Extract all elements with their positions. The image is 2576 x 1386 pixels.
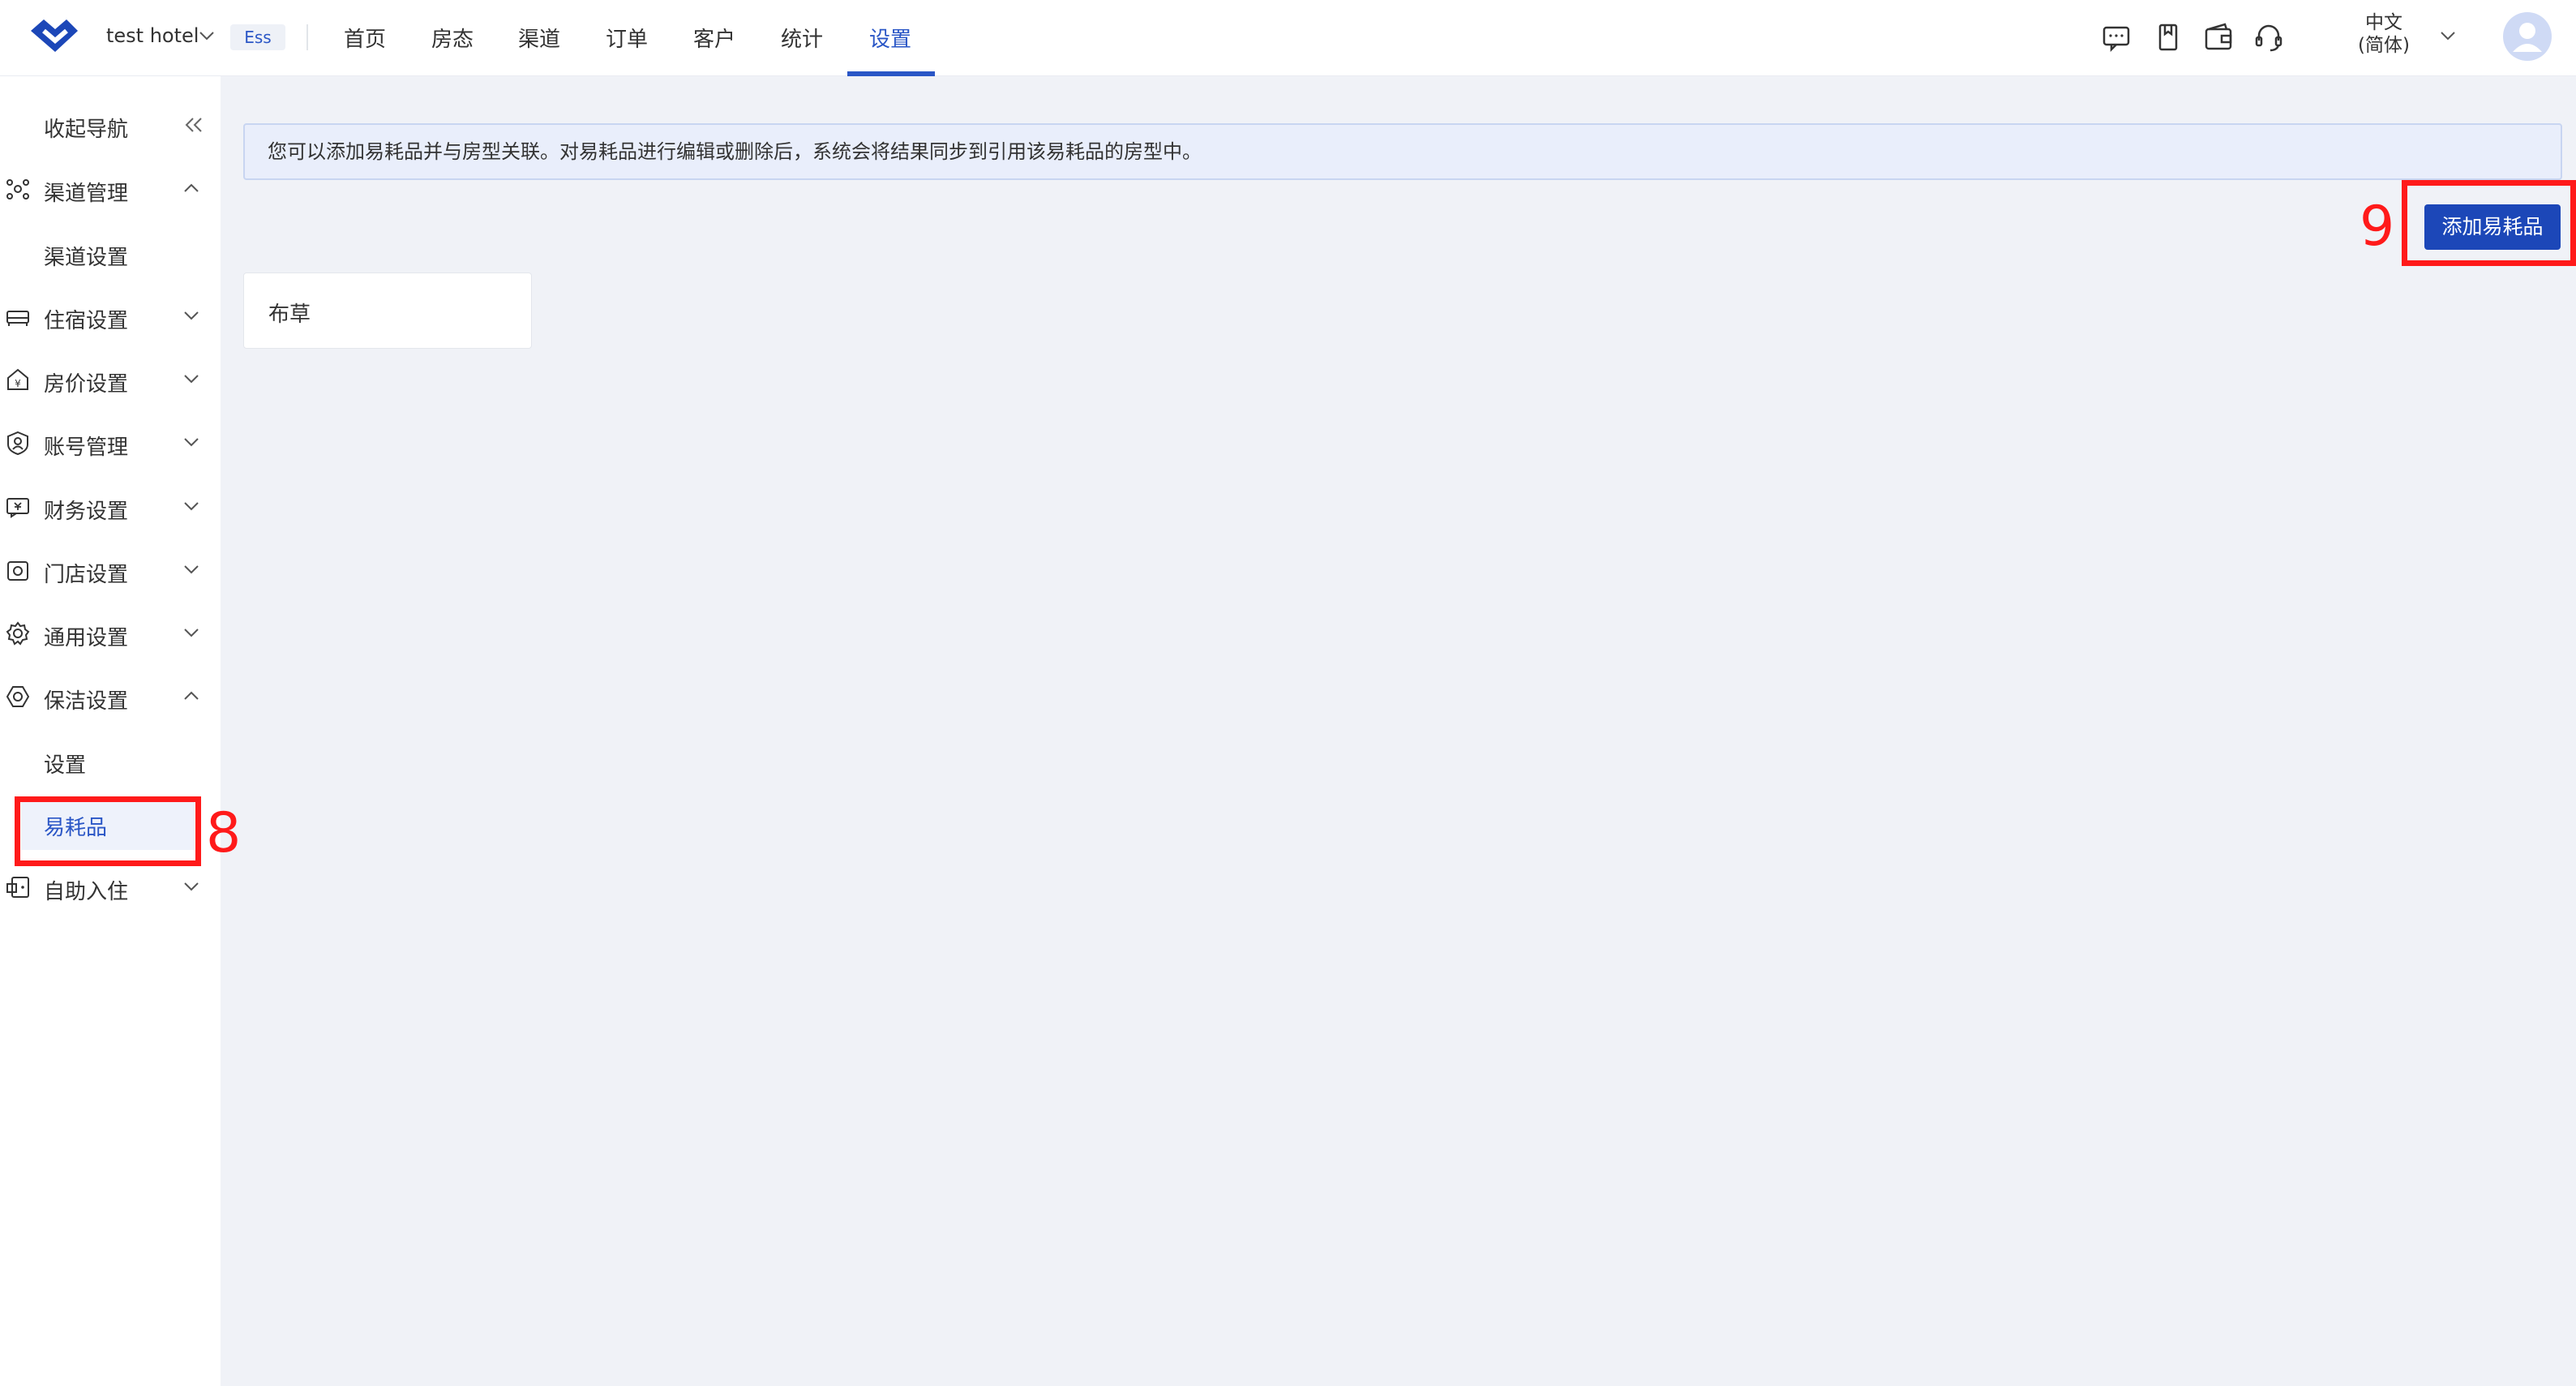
annotation-number-9: 9	[2360, 195, 2395, 259]
info-notice: 您可以添加易耗品并与房型关联。对易耗品进行编辑或删除后，系统会将结果同步到引用该…	[243, 123, 2562, 180]
top-bar: test hotel Ess 首页 房态 渠道 订单 客户 统计 设置 中文 (…	[0, 0, 2576, 76]
tab-settings[interactable]: 设置	[869, 23, 911, 76]
sidebar-item-rate-settings[interactable]: ¥ 房价设置	[0, 354, 221, 403]
chevron-down-icon[interactable]	[198, 29, 216, 42]
chevron-up-icon	[184, 691, 199, 700]
language-line-2: (简体)	[2358, 35, 2410, 56]
logo-icon[interactable]	[26, 13, 83, 58]
sidebar-subitem-channel-settings[interactable]: 渠道设置	[0, 228, 221, 277]
sidebar-item-label: 通用设置	[44, 626, 129, 650]
tab-orders[interactable]: 订单	[606, 23, 648, 76]
sidebar-item-general-settings[interactable]: 通用设置	[0, 608, 221, 657]
finance-icon	[6, 498, 29, 518]
user-avatar-icon[interactable]	[2502, 11, 2552, 62]
sidebar-item-label: 财务设置	[44, 500, 129, 524]
sidebar-item-label: 保洁设置	[44, 689, 129, 714]
sidebar-item-account-management[interactable]: 账号管理	[0, 418, 221, 466]
tab-statistics[interactable]: 统计	[781, 23, 823, 76]
sidebar-item-label: 房价设置	[44, 372, 129, 397]
sidebar-item-label: 设置	[44, 753, 87, 778]
store-icon	[7, 561, 28, 581]
chevron-down-icon	[184, 882, 199, 891]
chevron-down-icon	[184, 502, 199, 511]
chevron-down-icon	[184, 565, 199, 574]
language-selector[interactable]: 中文 (简体)	[2351, 11, 2416, 57]
gear-icon	[6, 621, 30, 646]
sidebar-item-finance-settings[interactable]: 财务设置	[0, 482, 221, 530]
chevron-down-icon	[184, 629, 199, 637]
main-content: 您可以添加易耗品并与房型关联。对易耗品进行编辑或删除后，系统会将结果同步到引用该…	[221, 76, 2576, 1386]
annotation-number-8: 8	[206, 801, 242, 865]
bookmark-icon[interactable]	[2152, 21, 2184, 54]
tab-room-status[interactable]: 房态	[431, 23, 474, 76]
tab-customers[interactable]: 客户	[693, 23, 735, 76]
sidebar-item-label: 门店设置	[44, 563, 129, 587]
consumable-card[interactable]: 布草	[243, 272, 532, 349]
sidebar-item-store-settings[interactable]: 门店设置	[0, 545, 221, 594]
hotel-selector-label[interactable]: test hotel	[106, 24, 199, 47]
sidebar-item-cleaning-settings[interactable]: 保洁设置	[0, 672, 221, 720]
ess-badge: Ess	[230, 24, 285, 50]
bed-icon	[6, 311, 29, 326]
sidebar-item-self-checkin[interactable]: 自助入住	[0, 862, 221, 911]
divider	[306, 24, 308, 50]
sidebar-item-label: 账号管理	[44, 436, 129, 460]
channel-icon	[6, 179, 29, 200]
sidebar-item-label: 渠道设置	[44, 246, 129, 270]
chevron-down-icon[interactable]	[2439, 29, 2457, 42]
annotation-box-8	[15, 796, 201, 866]
sidebar: 收起导航 渠道管理 渠道设置 住宿设置 ¥ 房价设置 账号管理 财务设置 门店设…	[0, 76, 221, 1386]
chevron-down-icon	[184, 438, 199, 447]
double-chevron-left-icon	[185, 118, 202, 132]
wallet-icon[interactable]	[2202, 21, 2235, 54]
annotation-box-9	[2402, 180, 2576, 266]
price-icon: ¥	[7, 368, 28, 390]
sidebar-subitem-cleaning-setup[interactable]: 设置	[0, 736, 221, 784]
tab-channel[interactable]: 渠道	[518, 23, 560, 76]
sidebar-item-channel-management[interactable]: 渠道管理	[0, 164, 221, 212]
chevron-up-icon	[184, 183, 199, 192]
svg-text:¥: ¥	[15, 378, 21, 389]
sidebar-item-accommodation-settings[interactable]: 住宿设置	[0, 291, 221, 340]
headset-icon[interactable]	[2252, 21, 2285, 54]
sidebar-item-label: 渠道管理	[44, 182, 129, 206]
tab-home[interactable]: 首页	[344, 23, 386, 76]
self-checkin-icon	[6, 877, 29, 898]
cleaning-icon	[6, 686, 30, 707]
message-icon[interactable]	[2100, 21, 2132, 54]
chevron-down-icon	[184, 375, 199, 384]
sidebar-item-label: 住宿设置	[44, 309, 129, 333]
collapse-navigation[interactable]: 收起导航	[0, 100, 221, 148]
account-icon	[7, 431, 28, 456]
chevron-down-icon	[184, 311, 199, 320]
consumable-card-label: 布草	[268, 303, 311, 327]
language-line-1: 中文	[2365, 12, 2402, 33]
sidebar-item-label: 自助入住	[44, 880, 129, 904]
collapse-navigation-label: 收起导航	[44, 118, 129, 142]
